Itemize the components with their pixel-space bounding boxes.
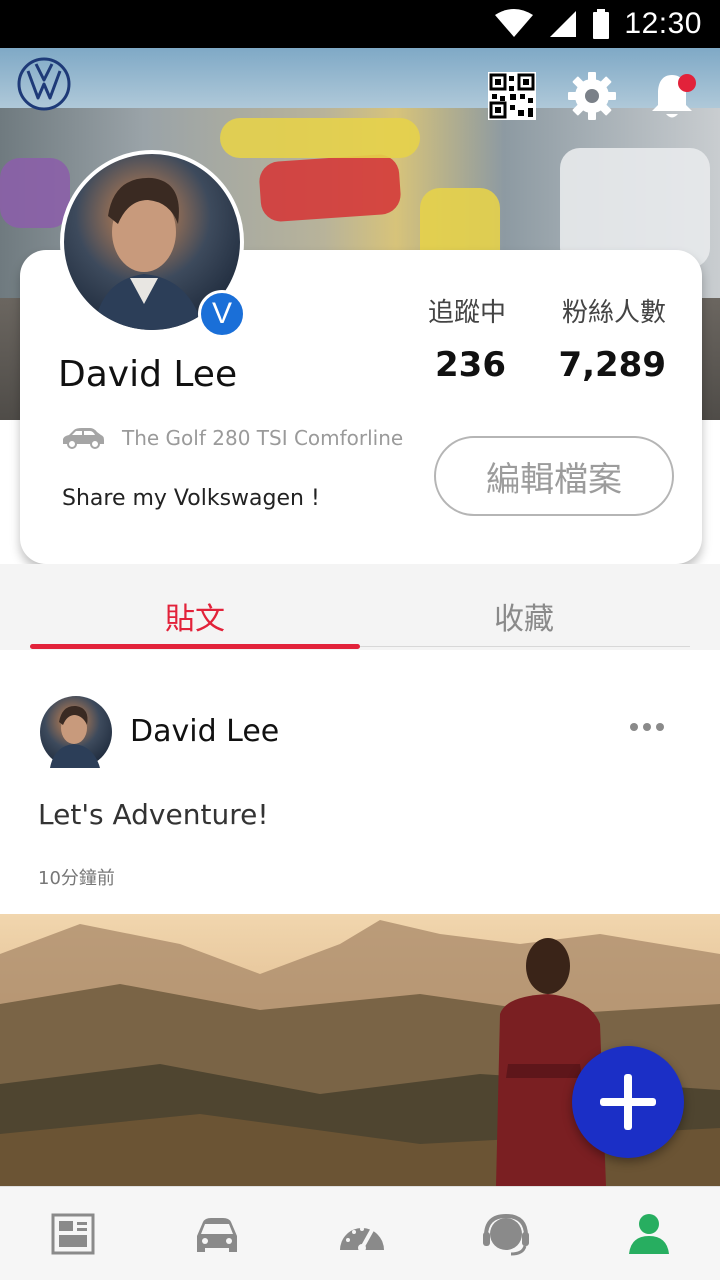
post-text: Let's Adventure! <box>38 798 269 831</box>
gear-icon <box>568 72 616 120</box>
following-label: 追蹤中 <box>427 298 506 328</box>
verified-badge: V <box>198 290 246 338</box>
vw-logo[interactable] <box>16 56 72 112</box>
post-author-name[interactable]: David Lee <box>130 714 279 749</box>
more-dot-icon <box>643 723 651 731</box>
more-dot-icon <box>656 723 664 731</box>
profile-tabs: 貼文 收藏 <box>0 564 720 650</box>
nav-car[interactable] <box>192 1209 242 1259</box>
profile-name: David Lee <box>58 354 238 395</box>
profile-icon <box>629 1214 669 1254</box>
following-count: 236 <box>435 345 506 385</box>
nav-news[interactable] <box>48 1209 98 1259</box>
signal-icon <box>550 11 577 37</box>
tab-saved[interactable]: 收藏 <box>494 594 554 638</box>
followers-label: 粉絲人數 <box>561 298 666 328</box>
support-headset-icon <box>483 1213 529 1256</box>
followers-stat[interactable]: 粉絲人數 7,289 <box>550 292 666 385</box>
nav-dashboard[interactable] <box>337 1209 387 1259</box>
notifications-button[interactable] <box>646 70 698 122</box>
status-time: 12:30 <box>624 7 702 40</box>
header-actions <box>486 70 698 122</box>
post-more-button[interactable] <box>630 720 664 734</box>
dashboard-icon <box>340 1227 384 1252</box>
wifi-icon <box>495 9 534 37</box>
notification-dot <box>678 74 696 92</box>
bottom-nav <box>0 1186 720 1280</box>
edit-profile-button[interactable]: 編輯檔案 <box>434 436 674 516</box>
post-author-avatar[interactable] <box>40 696 112 768</box>
status-bar: 12:30 <box>0 0 720 48</box>
following-stat[interactable]: 追蹤中 236 <box>416 292 506 385</box>
followers-count: 7,289 <box>558 345 666 385</box>
plus-icon <box>600 1074 656 1130</box>
tab-posts[interactable]: 貼文 <box>165 594 225 638</box>
profile-bio: Share my Volkswagen ! <box>62 486 320 511</box>
car-model: The Golf 280 TSI Comforline <box>122 426 404 450</box>
car-icon <box>63 428 104 449</box>
settings-button[interactable] <box>566 70 618 122</box>
battery-icon <box>593 9 610 39</box>
create-post-button[interactable] <box>572 1046 684 1158</box>
nav-profile[interactable] <box>624 1209 674 1259</box>
nav-support[interactable] <box>481 1209 531 1259</box>
car-icon <box>197 1218 237 1252</box>
tab-divider <box>360 646 690 647</box>
car-model-row: The Golf 280 TSI Comforline <box>60 426 403 450</box>
tab-active-indicator <box>30 644 360 649</box>
qr-code-icon <box>488 72 536 120</box>
qr-code-button[interactable] <box>486 70 538 122</box>
more-dot-icon <box>630 723 638 731</box>
post-timestamp: 10分鐘前 <box>38 868 115 889</box>
news-icon <box>51 1213 95 1255</box>
